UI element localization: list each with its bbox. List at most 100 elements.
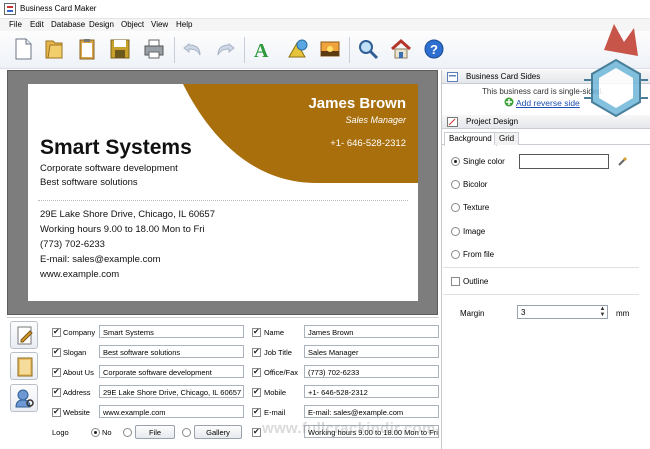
design-tabs: Background Grid [441, 132, 650, 146]
edit-fields-button[interactable] [10, 321, 38, 349]
menu-object[interactable]: Object [121, 20, 144, 29]
field-company[interactable]: Smart Systems [99, 325, 244, 338]
open-folder-icon[interactable] [42, 37, 66, 61]
clipboard-icon[interactable] [75, 37, 99, 61]
toolbar-separator [349, 37, 350, 63]
label-margin: Margin [460, 309, 485, 318]
card-phone[interactable]: +1- 646-528-2312 [330, 138, 406, 149]
field-name[interactable]: James Brown [304, 325, 439, 338]
margin-unit: mm [616, 309, 630, 318]
radio-texture[interactable] [451, 203, 460, 212]
field-website[interactable]: www.example.com [99, 405, 244, 418]
checkbox-website[interactable] [52, 407, 61, 417]
card-slogan-line1[interactable]: Corporate software development [40, 163, 178, 174]
label-outline: Outline [463, 277, 489, 286]
checkbox-outline[interactable] [451, 277, 460, 286]
checkbox-slogan[interactable] [52, 347, 61, 357]
card-job-title[interactable]: Sales Manager [345, 115, 406, 125]
redo-icon[interactable] [213, 37, 237, 61]
card-hours[interactable]: Working hours 9.00 to 18.00 Mon to Fri [40, 224, 205, 235]
field-office-fax[interactable]: (773) 702-6233 [304, 365, 439, 378]
panel-divider [443, 267, 639, 268]
label-image: Image [463, 227, 486, 236]
panel-divider [443, 294, 639, 295]
field-address[interactable]: 29E Lake Shore Drive, Chicago, IL 60657 [99, 385, 244, 398]
field-mobile[interactable]: +1- 646-528-2312 [304, 385, 439, 398]
help-icon[interactable]: ? [422, 37, 446, 61]
tab-grid[interactable]: Grid [494, 132, 520, 145]
menu-view[interactable]: View [151, 20, 168, 29]
menu-bar: File Edit Database Design Object View He… [0, 19, 650, 31]
label-email: E-mail [264, 408, 286, 417]
margin-input[interactable]: 3 [517, 305, 608, 319]
label-bicolor: Bicolor [463, 180, 488, 189]
card-divider [38, 200, 408, 201]
checkbox-mobile[interactable] [252, 387, 261, 397]
card-website[interactable]: www.example.com [40, 269, 119, 280]
print-icon[interactable] [142, 37, 166, 61]
radio-bicolor[interactable] [451, 180, 460, 189]
contacts-button[interactable] [10, 384, 38, 412]
watermark-text: www.fullcrackindir.com [262, 420, 436, 437]
undo-icon[interactable] [181, 37, 205, 61]
zoom-icon[interactable] [356, 37, 380, 61]
radio-logo-file[interactable] [123, 428, 132, 437]
label-slogan: Slogan [63, 348, 87, 357]
color-swatch-field[interactable] [519, 154, 609, 169]
svg-text:A: A [254, 40, 269, 61]
margin-spinner[interactable]: ▲ ▼ [598, 306, 607, 318]
radio-logo-gallery[interactable] [182, 428, 191, 437]
checkbox-hours[interactable] [252, 427, 261, 437]
card-company[interactable]: Smart Systems [40, 136, 192, 160]
new-document-icon[interactable] [11, 37, 35, 61]
card-sides-icon [447, 72, 458, 82]
project-design-icon [447, 117, 458, 127]
field-slogan[interactable]: Best software solutions [99, 345, 244, 358]
checkbox-email[interactable] [252, 407, 261, 417]
card-slogan-line2[interactable]: Best software solutions [40, 177, 138, 188]
logo-gallery-button[interactable]: Gallery [194, 425, 242, 439]
shapes-icon[interactable] [285, 37, 309, 61]
menu-database[interactable]: Database [51, 20, 85, 29]
image-icon[interactable] [318, 37, 342, 61]
label-company: Company [63, 328, 96, 337]
card-sides-title: Business Card Sides [466, 72, 541, 81]
card-office-fax[interactable]: (773) 702-6233 [40, 239, 105, 250]
label-from-file: From file [463, 250, 495, 259]
logo-file-button[interactable]: File [135, 425, 175, 439]
text-icon[interactable]: A [251, 37, 275, 62]
checkbox-job-title[interactable] [252, 347, 261, 357]
radio-single-color[interactable] [451, 157, 460, 166]
toolbar-separator [174, 37, 175, 63]
card-templates-button[interactable] [10, 352, 38, 380]
checkbox-about-us[interactable] [52, 367, 61, 377]
checkbox-address[interactable] [52, 387, 61, 397]
tab-background[interactable]: Background [444, 132, 497, 146]
add-reverse-side-link[interactable]: Add reverse side [516, 98, 580, 108]
menu-edit[interactable]: Edit [30, 20, 44, 29]
field-about-us[interactable]: Corporate software development [99, 365, 244, 378]
color-picker-icon[interactable] [617, 155, 629, 167]
label-about-us: About Us [63, 368, 94, 377]
checkbox-company[interactable] [52, 327, 61, 337]
label-single-color: Single color [463, 157, 505, 166]
radio-logo-no[interactable] [91, 428, 100, 437]
menu-file[interactable]: File [9, 20, 22, 29]
field-job-title[interactable]: Sales Manager [304, 345, 439, 358]
checkbox-name[interactable] [252, 327, 261, 337]
business-card[interactable]: Smart Systems Corporate software develop… [28, 84, 418, 301]
label-job-title: Job Title [264, 348, 292, 357]
app-icon [4, 3, 16, 15]
checkbox-office-fax[interactable] [252, 367, 261, 377]
toolbar-separator [244, 37, 245, 63]
save-icon[interactable] [108, 37, 132, 61]
radio-from-file[interactable] [451, 250, 460, 259]
field-email[interactable]: E-mail: sales@example.com [304, 405, 439, 418]
card-address[interactable]: 29E Lake Shore Drive, Chicago, IL 60657 [40, 209, 215, 220]
menu-design[interactable]: Design [89, 20, 114, 29]
home-icon[interactable] [389, 37, 413, 61]
card-name[interactable]: James Brown [308, 95, 406, 112]
radio-image[interactable] [451, 227, 460, 236]
menu-help[interactable]: Help [176, 20, 192, 29]
card-email[interactable]: E-mail: sales@example.com [40, 254, 161, 265]
